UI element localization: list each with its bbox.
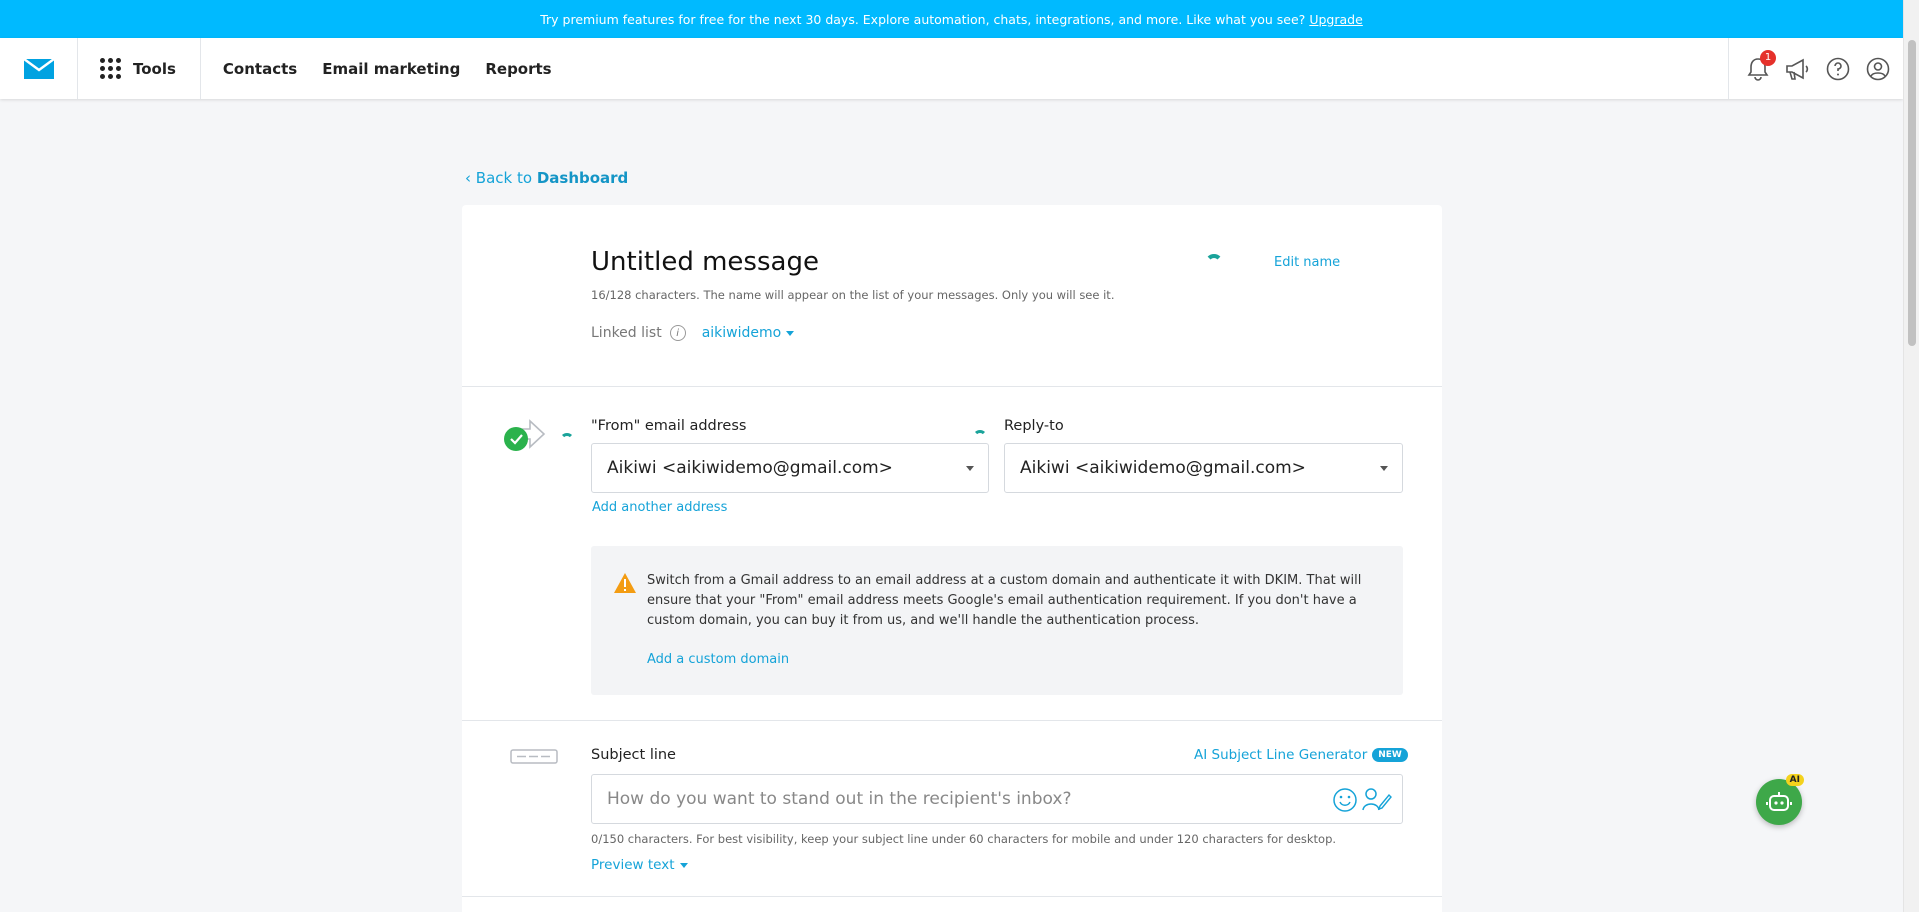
announcements-button[interactable] <box>1785 56 1811 82</box>
warning-icon <box>614 573 636 593</box>
main-nav: Contacts Email marketing Reports <box>223 60 552 78</box>
account-button[interactable] <box>1865 56 1891 82</box>
tools-label: Tools <box>133 59 176 78</box>
help-icon <box>1826 57 1850 80</box>
chevron-left-icon: ‹ <box>465 169 471 187</box>
warning-text: Switch from a Gmail address to an email … <box>647 573 1362 628</box>
from-address-select[interactable]: Aikiwi <aikiwidemo@gmail.com> <box>591 443 989 493</box>
ai-tag: AI <box>1785 774 1804 786</box>
caret-down-icon <box>786 330 795 336</box>
sender-section: "From" email address Aikiwi <aikiwidemo@… <box>462 387 1442 721</box>
subject-section: Subject line AI Subject Line Generator NE… <box>462 721 1442 897</box>
linked-list-dropdown[interactable]: aikiwidemo <box>702 325 795 341</box>
preview-text-label: Preview text <box>591 857 675 873</box>
help-button[interactable] <box>1825 56 1851 82</box>
add-another-address-link[interactable]: Add another address <box>592 500 727 515</box>
message-title: Untitled message <box>591 247 819 277</box>
grid-icon <box>100 58 121 79</box>
new-badge: NEW <box>1372 748 1408 762</box>
nav-reports[interactable]: Reports <box>485 60 551 78</box>
nav-email-marketing[interactable]: Email marketing <box>322 60 460 78</box>
ai-subject-generator-button[interactable]: AI Subject Line Generator NEW <box>1194 747 1408 763</box>
gmail-warning-box: Switch from a Gmail address to an email … <box>591 546 1403 695</box>
loading-spinner-icon <box>560 433 574 447</box>
caret-down-icon <box>1380 466 1388 471</box>
user-avatar-icon <box>1866 57 1890 80</box>
megaphone-icon <box>1786 58 1809 80</box>
caret-down-icon <box>679 862 688 868</box>
robot-icon <box>1766 792 1792 811</box>
subject-hint: 0/150 characters. For best visibility, k… <box>591 832 1337 846</box>
caret-down-icon <box>966 466 974 471</box>
upgrade-link[interactable]: Upgrade <box>1309 12 1362 27</box>
preview-text-toggle[interactable]: Preview text <box>591 857 688 873</box>
subject-label: Subject line <box>591 747 676 763</box>
nav-utilities: 1 <box>1728 38 1903 99</box>
logo[interactable] <box>0 38 78 99</box>
message-name-section: Untitled message Edit name 16/128 charac… <box>462 205 1442 387</box>
loading-spinner-icon <box>973 430 987 444</box>
emoji-icon[interactable] <box>1332 787 1358 813</box>
from-label: "From" email address <box>591 418 747 434</box>
notification-count-badge: 1 <box>1760 49 1776 66</box>
envelope-logo-icon <box>23 58 54 79</box>
reply-to-label: Reply-to <box>1004 418 1064 434</box>
back-to-dashboard-link[interactable]: ‹ Back to Dashboard <box>465 169 628 187</box>
top-navigation: Tools Contacts Email marketing Reports 1 <box>0 38 1903 99</box>
from-address-value: Aikiwi <aikiwidemo@gmail.com> <box>607 458 893 478</box>
info-icon[interactable]: i <box>669 325 686 341</box>
linked-list-row: Linked list i aikiwidemo <box>591 325 795 341</box>
tools-menu[interactable]: Tools <box>78 38 201 99</box>
subject-placeholder: How do you want to stand out in the reci… <box>607 789 1072 809</box>
sender-step-icon <box>504 419 546 451</box>
subject-input[interactable]: How do you want to stand out in the reci… <box>591 774 1403 824</box>
ai-assistant-button[interactable]: AI <box>1756 774 1804 825</box>
name-hint: 16/128 characters. The name will appear … <box>591 288 1115 302</box>
reply-to-select[interactable]: Aikiwi <aikiwidemo@gmail.com> <box>1004 443 1403 493</box>
back-target: Dashboard <box>536 169 629 187</box>
scrollbar-thumb[interactable] <box>1908 40 1916 346</box>
edit-name-link[interactable]: Edit name <box>1274 255 1340 270</box>
reply-to-value: Aikiwi <aikiwidemo@gmail.com> <box>1020 458 1306 478</box>
add-custom-domain-link[interactable]: Add a custom domain <box>647 652 789 667</box>
subject-step-icon <box>510 749 558 764</box>
linked-list-label: Linked list <box>591 325 662 341</box>
nav-contacts[interactable]: Contacts <box>223 60 297 78</box>
ai-subject-generator-label: AI Subject Line Generator <box>1194 747 1368 763</box>
back-prefix: Back to <box>475 169 533 187</box>
notifications-button[interactable]: 1 <box>1745 49 1776 82</box>
promo-banner: Try premium features for free for the ne… <box>0 0 1903 38</box>
promo-text: Try premium features for free for the ne… <box>540 11 1306 27</box>
loading-spinner-icon <box>1205 254 1223 272</box>
page-scrollbar[interactable] <box>1903 0 1919 912</box>
personalize-icon[interactable] <box>1362 786 1392 812</box>
message-settings-card: Untitled message Edit name 16/128 charac… <box>462 205 1442 912</box>
linked-list-value: aikiwidemo <box>701 325 782 341</box>
